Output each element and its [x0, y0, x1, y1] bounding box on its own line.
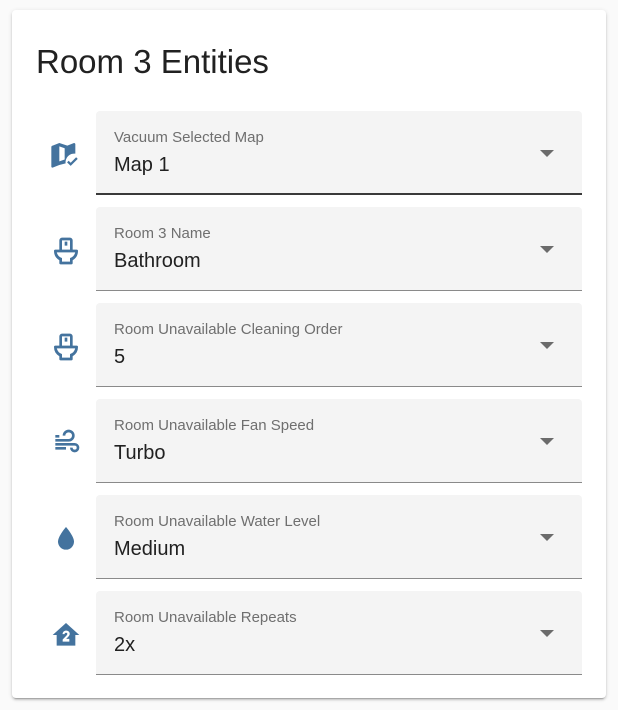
- select-label: Room Unavailable Fan Speed: [114, 417, 315, 434]
- fan-speed-wind-icon: [48, 425, 84, 461]
- dropdown-arrow-icon[interactable]: [540, 438, 554, 445]
- toilet-icon: [48, 233, 84, 269]
- room-name-select[interactable]: Room 3 Name Bathroom: [96, 207, 582, 291]
- toilet-icon: [48, 329, 84, 365]
- entity-row-selected-map: Vacuum Selected Map Map 1: [12, 111, 606, 195]
- select-label: Vacuum Selected Map: [114, 129, 264, 146]
- select-label: Room Unavailable Water Level: [114, 513, 321, 530]
- select-value: Medium: [114, 538, 186, 560]
- select-value: Bathroom: [114, 250, 201, 272]
- select-value: 2x: [114, 634, 136, 656]
- card-title: Room 3 Entities: [36, 43, 269, 80]
- dropdown-arrow-icon[interactable]: [540, 246, 554, 253]
- dropdown-arrow-icon[interactable]: [540, 342, 554, 349]
- select-value: 5: [114, 346, 126, 368]
- entities-card: Room 3 Entities Vacuum Selected Map Map …: [12, 10, 606, 698]
- select-value: Map 1: [114, 154, 170, 176]
- map-check-icon: [48, 137, 84, 173]
- select-label: Room 3 Name: [114, 225, 211, 242]
- dropdown-arrow-icon[interactable]: [540, 534, 554, 541]
- dropdown-arrow-icon[interactable]: [540, 150, 554, 157]
- home-number-2-icon: [48, 617, 84, 653]
- fan-speed-select[interactable]: Room Unavailable Fan Speed Turbo: [96, 399, 582, 483]
- select-label: Room Unavailable Cleaning Order: [114, 321, 343, 338]
- entity-row-fan-speed: Room Unavailable Fan Speed Turbo: [12, 399, 606, 483]
- select-value: Turbo: [114, 442, 166, 464]
- repeats-select[interactable]: Room Unavailable Repeats 2x: [96, 591, 582, 675]
- water-drop-icon: [48, 521, 84, 557]
- cleaning-order-select[interactable]: Room Unavailable Cleaning Order 5: [96, 303, 582, 387]
- selected-map-select[interactable]: Vacuum Selected Map Map 1: [96, 111, 582, 195]
- dropdown-arrow-icon[interactable]: [540, 630, 554, 637]
- select-label: Room Unavailable Repeats: [114, 609, 297, 626]
- entity-row-water-level: Room Unavailable Water Level Medium: [12, 495, 606, 579]
- entity-row-cleaning-order: Room Unavailable Cleaning Order 5: [12, 303, 606, 387]
- entity-row-repeats: Room Unavailable Repeats 2x: [12, 591, 606, 675]
- entity-row-room-name: Room 3 Name Bathroom: [12, 207, 606, 291]
- water-level-select[interactable]: Room Unavailable Water Level Medium: [96, 495, 582, 579]
